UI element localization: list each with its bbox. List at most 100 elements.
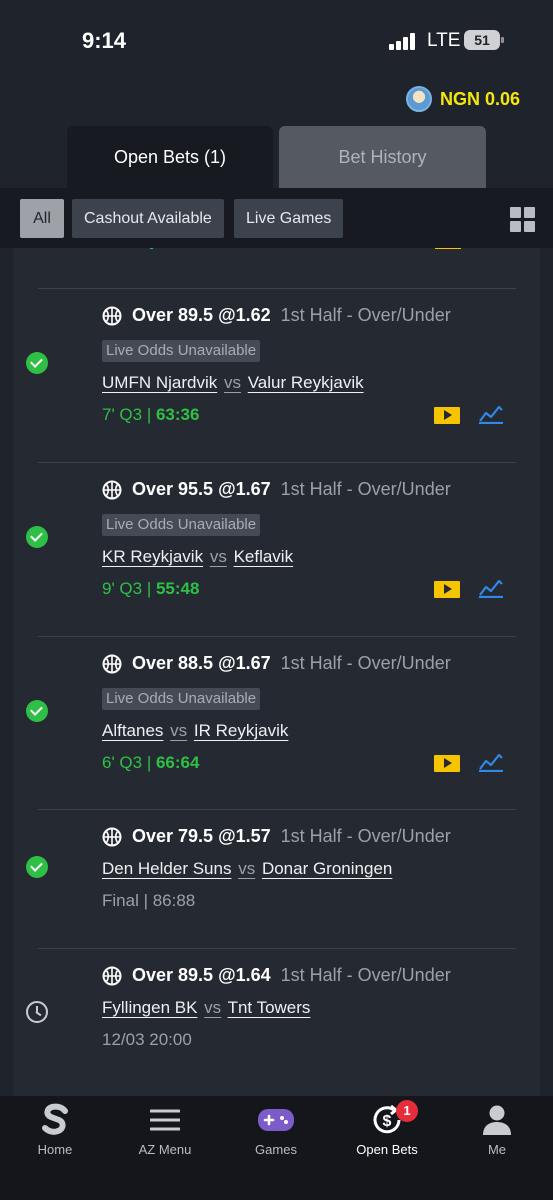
live-odds-badge: Live Odds Unavailable	[102, 688, 261, 710]
nav-label: Home	[37, 1142, 73, 1157]
vs-label: vs	[209, 547, 227, 566]
basketball-icon	[102, 480, 122, 499]
home-team: KR Reykjavik	[102, 547, 204, 566]
network-label: LTE	[427, 30, 461, 51]
tab-bet-history[interactable]: Bet History	[279, 126, 486, 188]
notification-badge: 1	[396, 1100, 418, 1122]
battery-icon: 51	[464, 30, 504, 50]
bet-list[interactable]: Over 89.5 @1.62 1st Half - Over/Under Li…	[13, 248, 540, 1096]
avatar	[405, 86, 432, 112]
nav-label: AZ Menu	[138, 1142, 192, 1157]
bet-market: 1st Half - Over/Under	[280, 305, 451, 325]
account-balance[interactable]: NGN 0.06	[405, 86, 520, 112]
bet-selection: Over 88.5 @1.67	[132, 653, 271, 673]
signal-icon	[389, 32, 417, 50]
home-team: Alftanes	[102, 721, 164, 740]
bet-selection: Over 89.5 @1.62	[132, 305, 271, 325]
bet-selection: Over 95.5 @1.67	[132, 479, 271, 499]
won-check-icon	[26, 700, 48, 722]
pending-clock-icon	[26, 1001, 48, 1023]
bet-market: 1st Half - Over/Under	[280, 479, 451, 499]
match-name[interactable]: Den Helder Suns vs Donar Groningen	[102, 859, 392, 879]
final-score: Final | 86:88	[102, 891, 196, 910]
match-period: 7' Q3 |	[102, 405, 156, 424]
live-stream-icon[interactable]	[434, 755, 460, 772]
tab-open-bets[interactable]: Open Bets (1)	[67, 126, 273, 188]
bet-card[interactable]: Over 89.5 @1.64 1st Half - Over/Under Fy…	[26, 948, 516, 1096]
user-icon	[442, 1102, 552, 1138]
filter-cashout-available[interactable]: Cashout Available	[72, 199, 224, 238]
bet-card[interactable]: Over 79.5 @1.57 1st Half - Over/Under De…	[26, 809, 516, 948]
bet-selection-line: Over 79.5 @1.57 1st Half - Over/Under	[102, 826, 451, 847]
gamepad-icon	[221, 1102, 331, 1138]
bet-selection: Over 79.5 @1.57	[132, 826, 271, 846]
nav-games[interactable]: Games	[221, 1102, 331, 1157]
kickoff-time: 12/03 20:00	[102, 1030, 192, 1049]
nav-label: Open Bets	[356, 1142, 418, 1157]
menu-icon	[110, 1102, 220, 1138]
nav-label: Me	[487, 1142, 507, 1157]
nav-me[interactable]: Me	[442, 1102, 552, 1157]
bet-market: 1st Half - Over/Under	[280, 653, 451, 673]
match-name[interactable]: Fyllingen BK vs Tnt Towers	[102, 998, 310, 1018]
basketball-icon	[102, 827, 122, 846]
battery-level: 51	[474, 32, 490, 48]
bet-selection-line: Over 89.5 @1.62 1st Half - Over/Under	[102, 305, 451, 326]
bet-selection-line: Over 95.5 @1.67 1st Half - Over/Under	[102, 479, 451, 500]
grid-view-icon[interactable]	[510, 207, 535, 232]
live-stream-icon[interactable]	[434, 581, 460, 598]
match-name[interactable]: KR Reykjavik vs Keflavik	[102, 547, 293, 567]
bet-market: 1st Half - Over/Under	[280, 965, 451, 985]
won-check-icon	[26, 856, 48, 878]
live-score: 66:64	[155, 753, 200, 772]
nav-open-bets[interactable]: $ 1 Open Bets	[332, 1100, 442, 1157]
nav-home[interactable]: Home	[0, 1102, 110, 1157]
nav-az-menu[interactable]: AZ Menu	[110, 1102, 220, 1157]
bet-selection-line: Over 89.5 @1.64 1st Half - Over/Under	[102, 965, 451, 986]
filter-all[interactable]: All	[20, 199, 64, 238]
nav-label: Games	[255, 1142, 297, 1157]
basketball-icon	[102, 654, 122, 673]
match-period: 9' Q3 |	[102, 579, 156, 598]
live-score: 63:36	[155, 405, 200, 424]
basketball-icon	[102, 966, 122, 985]
bottom-nav: Home AZ Menu Games $ 1 Open Bets Me	[0, 1096, 553, 1200]
stats-trend-icon[interactable]	[478, 752, 504, 772]
match-period: 6' Q3 |	[102, 753, 156, 772]
won-check-icon	[26, 526, 48, 548]
stats-trend-icon[interactable]	[478, 578, 504, 598]
match-name[interactable]: Alftanes vs IR Reykjavik	[102, 721, 288, 741]
match-name[interactable]: UMFN Njardvik vs Valur Reykjavik	[102, 373, 364, 393]
status-time: 9:14	[82, 28, 127, 53]
live-status: 7' Q3 | 63:36	[102, 405, 199, 425]
away-team: Keflavik	[233, 547, 294, 566]
away-team: IR Reykjavik	[193, 721, 289, 740]
status-bar: 9:14 LTE 51	[0, 0, 553, 80]
away-team: Donar Groningen	[261, 859, 393, 878]
open-bets-icon: $ 1	[332, 1100, 442, 1138]
balance-amount: NGN 0.06	[439, 88, 520, 109]
vs-label: vs	[238, 859, 256, 878]
svg-text:$: $	[383, 1113, 392, 1130]
stats-trend-icon[interactable]	[478, 404, 504, 424]
sportybet-logo-icon	[0, 1102, 110, 1138]
home-team: UMFN Njardvik	[102, 373, 218, 392]
bet-card[interactable]: Over 88.5 @1.67 1st Half - Over/Under Li…	[26, 636, 516, 809]
away-team: Valur Reykjavik	[247, 373, 364, 392]
live-odds-badge: Live Odds Unavailable	[102, 514, 261, 536]
home-team: Fyllingen BK	[102, 998, 198, 1017]
bet-selection: Over 89.5 @1.64	[132, 965, 271, 985]
vs-label: vs	[170, 721, 188, 740]
live-status: 9' Q3 | 55:48	[102, 579, 199, 599]
bet-card[interactable]: Over 89.5 @1.62 1st Half - Over/Under Li…	[26, 288, 516, 462]
filter-live-games[interactable]: Live Games	[234, 199, 344, 238]
bet-card[interactable]: Over 95.5 @1.67 1st Half - Over/Under Li…	[26, 462, 516, 636]
live-stream-icon[interactable]	[434, 407, 460, 424]
vs-label: vs	[223, 373, 241, 392]
home-team: Den Helder Suns	[102, 859, 232, 878]
bet-selection-line: Over 88.5 @1.67 1st Half - Over/Under	[102, 653, 451, 674]
filter-bar: All Cashout Available Live Games	[0, 188, 553, 248]
won-check-icon	[26, 352, 48, 374]
live-score: 55:48	[155, 579, 200, 598]
live-status: 6' Q3 | 66:64	[102, 753, 199, 773]
